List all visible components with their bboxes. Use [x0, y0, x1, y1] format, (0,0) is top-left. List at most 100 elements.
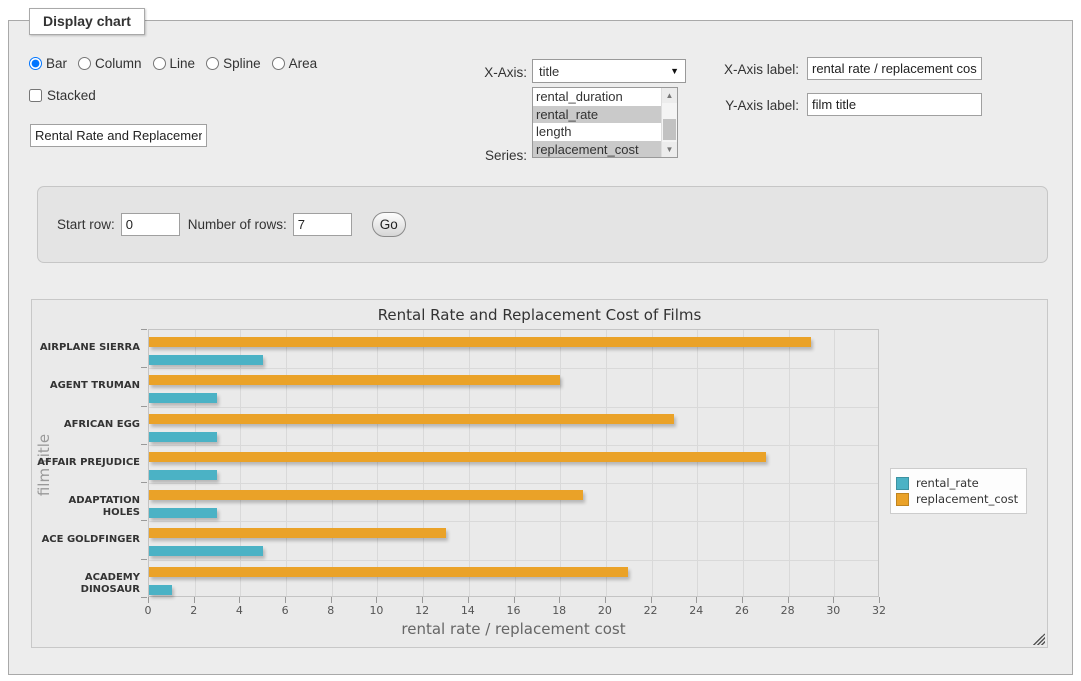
- gridline-horizontal: [149, 521, 878, 522]
- y-axis-label-input[interactable]: [807, 93, 982, 116]
- bar-replacement_cost[interactable]: [149, 414, 674, 424]
- row-range-toolbar: Start row: Number of rows: Go: [37, 186, 1048, 263]
- go-button[interactable]: Go: [372, 212, 406, 237]
- y-tick-label: ADAPTATION HOLES: [32, 495, 140, 519]
- bar-rental_rate[interactable]: [149, 546, 263, 556]
- x-axis-selected-value: title: [539, 64, 559, 79]
- x-tick-mark: [879, 597, 880, 603]
- legend-row: replacement_cost: [896, 492, 1018, 506]
- y-tick-label: AFRICAN EGG: [32, 419, 140, 431]
- x-tick-mark: [148, 597, 149, 603]
- chart-type-option-spline: Spline: [206, 56, 261, 71]
- bar-rental_rate[interactable]: [149, 355, 263, 365]
- gridline-vertical: [652, 330, 653, 596]
- chart-type-radio-area[interactable]: [272, 57, 285, 70]
- y-tick-mark: [141, 482, 147, 483]
- plot-area: [148, 329, 879, 597]
- gridline-vertical: [560, 330, 561, 596]
- legend-label: replacement_cost: [916, 492, 1018, 506]
- bar-rental_rate[interactable]: [149, 432, 217, 442]
- x-tick-mark: [376, 597, 377, 603]
- x-tick-label: 0: [133, 604, 163, 617]
- x-tick-mark: [605, 597, 606, 603]
- bar-rental_rate[interactable]: [149, 585, 172, 595]
- stacked-checkbox[interactable]: [29, 89, 42, 102]
- x-tick-mark: [331, 597, 332, 603]
- bar-replacement_cost[interactable]: [149, 452, 766, 462]
- gridline-horizontal: [149, 560, 878, 561]
- x-tick-label: 14: [453, 604, 483, 617]
- series-option[interactable]: rental_rate: [533, 106, 661, 124]
- y-tick-mark: [141, 559, 147, 560]
- y-tick-label: ACE GOLDFINGER: [32, 534, 140, 546]
- chart-type-label: Column: [95, 56, 142, 71]
- chart-type-label: Spline: [223, 56, 261, 71]
- chart-type-radio-bar[interactable]: [29, 57, 42, 70]
- x-tick-label: 4: [224, 604, 254, 617]
- bar-replacement_cost[interactable]: [149, 528, 446, 538]
- y-tick-mark: [141, 520, 147, 521]
- bar-replacement_cost[interactable]: [149, 567, 628, 577]
- series-options: rental_durationrental_ratelengthreplacem…: [533, 88, 661, 157]
- legend-swatch-replacement_cost: [896, 493, 909, 506]
- y-tick-mark: [141, 329, 147, 330]
- y-tick-mark: [141, 367, 147, 368]
- bar-replacement_cost[interactable]: [149, 375, 560, 385]
- start-row-input[interactable]: [121, 213, 180, 236]
- chart-type-label: Line: [170, 56, 196, 71]
- chart-legend: rental_ratereplacement_cost: [890, 468, 1027, 514]
- chart-type-radio-column[interactable]: [78, 57, 91, 70]
- scroll-down-icon[interactable]: ▼: [662, 142, 677, 157]
- series-option[interactable]: length: [533, 123, 661, 141]
- chart-type-option-area: Area: [272, 56, 318, 71]
- series-option[interactable]: replacement_cost: [533, 141, 661, 159]
- bar-replacement_cost[interactable]: [149, 490, 583, 500]
- series-option[interactable]: rental_duration: [533, 88, 661, 106]
- bar-rental_rate[interactable]: [149, 470, 217, 480]
- x-axis-label-input[interactable]: [807, 57, 982, 80]
- x-tick-label: 10: [361, 604, 391, 617]
- chart-title-input[interactable]: [30, 124, 207, 147]
- stacked-label: Stacked: [47, 88, 96, 103]
- chart-type-label: Area: [289, 56, 318, 71]
- y-axis-label-field-label: Y-Axis label:: [649, 98, 799, 113]
- gridline-vertical: [286, 330, 287, 596]
- chart-type-radio-spline[interactable]: [206, 57, 219, 70]
- gridline-vertical: [377, 330, 378, 596]
- x-tick-mark: [651, 597, 652, 603]
- gridline-vertical: [469, 330, 470, 596]
- gridline-horizontal: [149, 445, 878, 446]
- chart-type-label: Bar: [46, 56, 67, 71]
- x-tick-label: 30: [818, 604, 848, 617]
- x-tick-label: 24: [681, 604, 711, 617]
- chart-type-option-bar: Bar: [29, 56, 67, 71]
- gridline-vertical: [789, 330, 790, 596]
- gridline-vertical: [332, 330, 333, 596]
- bar-rental_rate[interactable]: [149, 393, 217, 403]
- bar-replacement_cost[interactable]: [149, 337, 811, 347]
- x-axis-label-field-label: X-Axis label:: [649, 62, 799, 77]
- y-tick-mark: [141, 597, 147, 598]
- chart-container: Rental Rate and Replacement Cost of Film…: [31, 299, 1048, 648]
- x-tick-label: 8: [316, 604, 346, 617]
- chart-type-radio-line[interactable]: [153, 57, 166, 70]
- gridline-vertical: [606, 330, 607, 596]
- x-tick-label: 12: [407, 604, 437, 617]
- number-of-rows-input[interactable]: [293, 213, 352, 236]
- gridline-vertical: [515, 330, 516, 596]
- scrollbar-thumb[interactable]: [663, 119, 676, 140]
- chart-type-radio-group: Bar Column Line Spline Area: [29, 56, 328, 71]
- bar-rental_rate[interactable]: [149, 508, 217, 518]
- x-tick-label: 18: [544, 604, 574, 617]
- resize-grip-icon[interactable]: [1033, 633, 1045, 645]
- y-tick-label: AGENT TRUMAN: [32, 380, 140, 392]
- x-tick-label: 26: [727, 604, 757, 617]
- x-tick-mark: [742, 597, 743, 603]
- y-tick-label: AFFAIR PREJUDICE: [32, 457, 140, 469]
- x-tick-mark: [696, 597, 697, 603]
- gridline-vertical: [423, 330, 424, 596]
- x-tick-label: 6: [270, 604, 300, 617]
- x-tick-mark: [833, 597, 834, 603]
- y-tick-label: AIRPLANE SIERRA: [32, 342, 140, 354]
- x-tick-mark: [285, 597, 286, 603]
